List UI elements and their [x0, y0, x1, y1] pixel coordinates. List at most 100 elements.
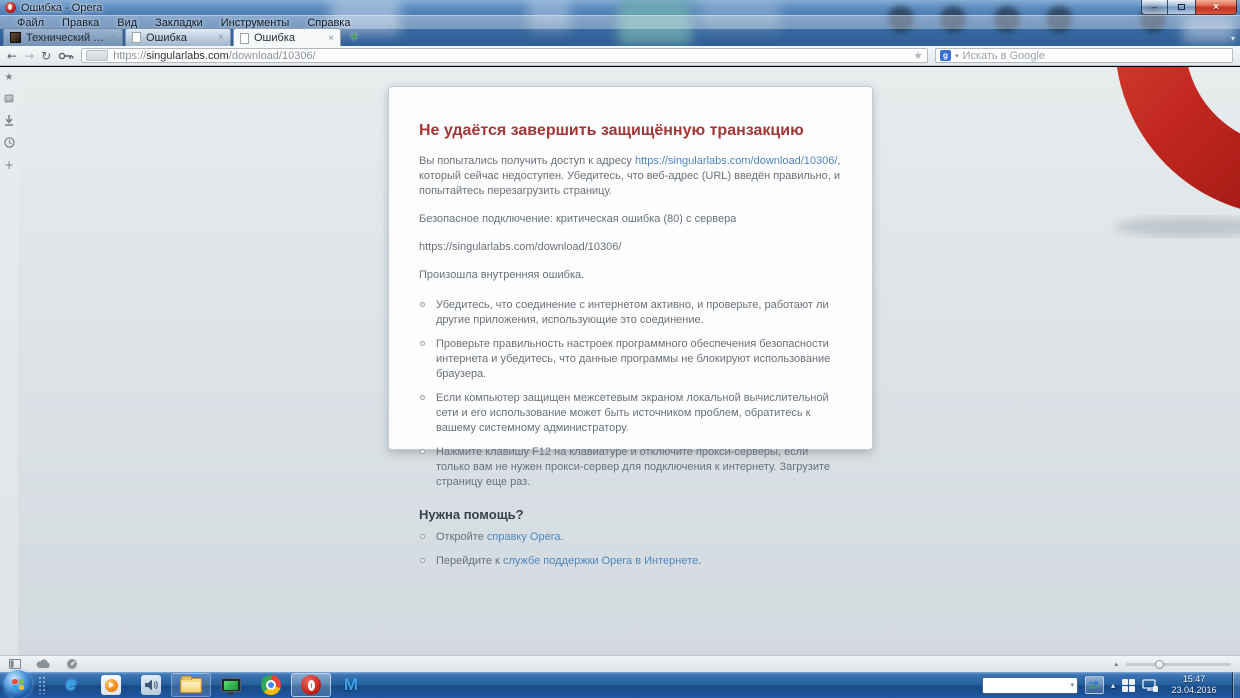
error-intro: Вы попытались получить доступ к адресу h… — [419, 154, 842, 199]
speaker-icon — [141, 675, 161, 695]
tab-error-2-active[interactable]: Ошибка × — [233, 28, 341, 46]
taskbar-item-media-player[interactable] — [91, 672, 131, 698]
error-card: Не удаётся завершить защищённую транзакц… — [388, 86, 873, 567]
intro-url-link[interactable]: https://singularlabs.com/download/10306/ — [635, 155, 837, 167]
menu-help[interactable]: Справка — [298, 17, 359, 29]
zoom-menu-icon[interactable]: ▴ — [1114, 660, 1118, 668]
window-controls: – × — [1141, 0, 1237, 15]
error-code-line: Безопасное подключение: критическая ошиб… — [419, 213, 737, 225]
clock-time: 15:47 — [1182, 674, 1206, 684]
show-desktop-button[interactable] — [1232, 672, 1240, 698]
clock-date: 23.04.2016 — [1171, 685, 1217, 695]
opera-support-link[interactable]: службе поддержки Opera в Интернете — [503, 555, 698, 567]
opera-logo-icon — [5, 2, 16, 13]
suggestion-text: Проверьте правильность настроек программ… — [436, 338, 831, 380]
menu-file[interactable]: Файл — [8, 17, 53, 29]
show-hidden-icons-button[interactable]: ▴ — [1111, 681, 1115, 690]
forward-icon[interactable]: → — [24, 50, 34, 62]
maximize-button[interactable] — [1168, 0, 1195, 15]
menu-tools[interactable]: Инструменты — [212, 17, 299, 29]
bullet-icon — [420, 449, 425, 454]
search-box[interactable]: g ▾ — [935, 48, 1233, 63]
internal-error-line: Произошла внутренняя ошибка. — [419, 269, 585, 281]
back-icon[interactable]: ← — [7, 50, 17, 62]
taskbar-item-system-app[interactable] — [211, 672, 251, 698]
status-bar-right: ▴ — [1114, 659, 1231, 669]
taskbar-item-volume[interactable] — [131, 672, 171, 698]
opera-turbo-icon[interactable] — [66, 658, 78, 670]
close-tab-icon[interactable]: × — [110, 32, 116, 43]
start-button[interactable] — [4, 670, 32, 698]
password-wand-icon[interactable] — [58, 51, 74, 61]
search-input[interactable] — [962, 49, 1228, 62]
zoom-slider-thumb[interactable] — [1155, 659, 1165, 669]
swap-arrows-icon — [1089, 680, 1100, 690]
tab-bar: Технический форум - ... × Ошибка × Ошибк… — [0, 28, 1240, 46]
bullet-icon — [420, 302, 425, 307]
menu-edit[interactable]: Правка — [53, 17, 108, 29]
taskbar-search-combo[interactable]: ▾ — [981, 676, 1078, 694]
help-item: Перейдите к службе поддержки Opera в Инт… — [419, 554, 842, 569]
intro-pre: Вы попытались получить доступ к адресу — [419, 155, 635, 167]
bookmarks-panel-icon[interactable]: ★ — [5, 73, 14, 83]
combo-dropdown-icon[interactable]: ▾ — [1070, 681, 1074, 689]
google-icon: g — [940, 50, 951, 61]
menu-view[interactable]: Вид — [108, 17, 146, 29]
title-bar[interactable]: Ошибка - Opera — [0, 0, 1240, 15]
tab-tech-forum[interactable]: Технический форум - ... × — [3, 28, 123, 46]
security-badge[interactable] — [86, 50, 109, 61]
search-engine-dropdown-icon[interactable]: ▾ — [955, 52, 959, 60]
bookmark-star-icon[interactable]: ★ — [913, 49, 923, 62]
close-tab-icon[interactable]: × — [218, 32, 224, 43]
page-favicon — [240, 32, 249, 44]
sidebar-panel-strip: ★ + — [0, 67, 18, 655]
url-text: https://singularlabs.com/download/10306/ — [113, 50, 315, 62]
close-tab-icon[interactable]: × — [328, 33, 334, 44]
page-content: ★ + Не удаётся завершить защищённую тран… — [0, 67, 1240, 655]
help-pre: Перейдите к — [436, 555, 503, 567]
taskbar-item-explorer[interactable] — [171, 673, 211, 697]
folder-icon — [180, 675, 202, 693]
close-icon: × — [1213, 1, 1219, 13]
maximize-icon — [1178, 4, 1185, 10]
zoom-slider[interactable] — [1126, 659, 1231, 669]
tab-overflow-icon[interactable]: ▾ — [1231, 34, 1235, 43]
taskbar-item-chrome[interactable] — [251, 672, 291, 698]
close-window-button[interactable]: × — [1195, 0, 1237, 15]
panels-toggle-icon[interactable] — [9, 659, 21, 669]
site-favicon — [10, 32, 21, 43]
get-windows-10-icon[interactable] — [1122, 678, 1135, 692]
menu-bar: Файл Правка Вид Закладки Инструменты Спр… — [0, 15, 1240, 29]
system-tray: ▾ ▴ 15:47 23.04.2016 — [981, 672, 1240, 698]
add-panel-icon[interactable]: + — [4, 159, 14, 171]
opera-icon — [301, 675, 321, 695]
suggestion-item: Убедитесь, что соединение с интернетом а… — [419, 298, 842, 328]
suggestion-item: Проверьте правильность настроек программ… — [419, 337, 842, 382]
downloads-panel-icon[interactable] — [4, 115, 14, 126]
status-bar-left — [9, 658, 78, 670]
opera-watermark-logo — [1115, 67, 1240, 237]
notes-panel-icon[interactable] — [4, 94, 14, 104]
windows-taskbar: e M ▾ ▴ 15:47 23.04.2016 — [0, 670, 1240, 698]
window-chrome: Ошибка - Opera – × Файл Правка Вид Закла… — [0, 0, 1240, 46]
menu-bookmarks[interactable]: Закладки — [146, 17, 212, 29]
taskbar-item-malwarebytes[interactable]: M — [331, 672, 371, 698]
tab-error-1[interactable]: Ошибка × — [125, 28, 231, 46]
reload-icon[interactable]: ↻ — [41, 50, 51, 62]
network-tray-icon[interactable] — [1142, 678, 1158, 692]
tray-clock[interactable]: 15:47 23.04.2016 — [1165, 674, 1223, 696]
bullet-icon — [420, 395, 425, 400]
taskbar-item-internet-explorer[interactable]: e — [51, 672, 91, 698]
new-tab-button[interactable]: + — [350, 28, 358, 44]
language-indicator-button[interactable] — [1084, 676, 1104, 694]
bullet-icon — [420, 341, 425, 346]
history-panel-icon[interactable] — [3, 137, 15, 148]
tab-title: Технический форум - ... — [26, 31, 105, 44]
opera-help-link[interactable]: справку Opera — [487, 531, 561, 543]
opera-link-cloud-icon[interactable] — [36, 659, 51, 669]
minimize-button[interactable]: – — [1141, 0, 1168, 15]
taskbar-item-opera-active[interactable] — [291, 673, 331, 697]
bullet-icon — [420, 558, 425, 563]
help-list: Откройте справку Opera. Перейдите к служ… — [419, 530, 842, 569]
url-field[interactable]: https://singularlabs.com/download/10306/… — [81, 48, 928, 63]
